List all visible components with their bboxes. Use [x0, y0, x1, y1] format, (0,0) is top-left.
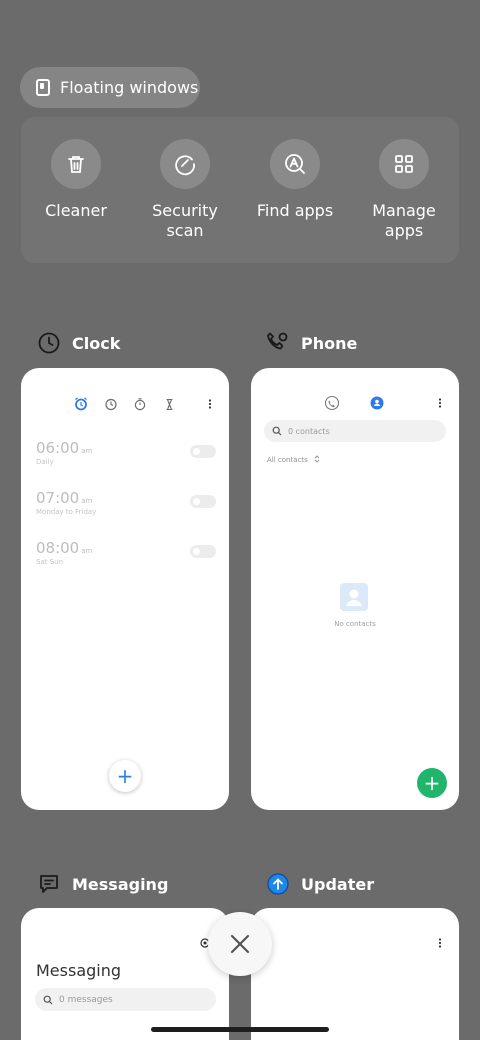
- security-scan-button[interactable]: Security scan: [130, 139, 240, 241]
- manage-apps-button[interactable]: Manage apps: [349, 139, 459, 241]
- alarm-ampm: am: [81, 447, 93, 455]
- alarm-row[interactable]: 08:00 am Sat Sun: [36, 538, 216, 574]
- plus-icon: +: [116, 764, 134, 788]
- alarm-ampm: am: [81, 497, 93, 505]
- grid-icon: [379, 139, 429, 189]
- search-icon: [43, 995, 53, 1004]
- contacts-filter-dropdown[interactable]: All contacts: [267, 455, 320, 464]
- contacts-search-input[interactable]: 0 contacts: [264, 420, 446, 442]
- contacts-search-placeholder: 0 contacts: [288, 426, 330, 436]
- phone-app-header[interactable]: Phone: [265, 330, 357, 356]
- phone-tab-bar: [324, 395, 442, 411]
- search-icon: [272, 426, 282, 436]
- plus-icon: +: [423, 771, 441, 795]
- updater-app-header[interactable]: Updater: [265, 871, 374, 897]
- empty-contacts-icon: [340, 583, 368, 611]
- find-apps-icon: [270, 139, 320, 189]
- clock-app-header[interactable]: Clock: [36, 330, 120, 356]
- security-scan-icon: [160, 139, 210, 189]
- trash-icon: [51, 139, 101, 189]
- floating-windows-label: Floating windows: [60, 78, 199, 97]
- alarm-ampm: am: [81, 547, 93, 555]
- clock-app-name: Clock: [72, 333, 121, 353]
- messages-search-placeholder: 0 messages: [59, 994, 113, 1005]
- quick-tools-panel: Cleaner Security scan Find apps Manage a…: [21, 117, 459, 263]
- messaging-app-card[interactable]: Messaging 0 messages: [21, 908, 229, 1040]
- alarm-toggle[interactable]: [190, 445, 216, 458]
- find-apps-button[interactable]: Find apps: [240, 139, 350, 221]
- updater-app-name: Updater: [301, 874, 375, 894]
- alarm-time: 07:00: [36, 489, 80, 507]
- floating-windows-button[interactable]: Floating windows: [20, 67, 200, 108]
- messages-search-input[interactable]: 0 messages: [35, 988, 216, 1011]
- add-contact-button[interactable]: +: [417, 768, 447, 798]
- clock-icon: [36, 330, 62, 356]
- alarm-tab-icon: [75, 397, 87, 411]
- add-alarm-button[interactable]: +: [109, 760, 141, 792]
- alarm-repeat: Sat Sun: [36, 558, 64, 566]
- updater-icon: [265, 871, 291, 897]
- clock-app-card[interactable]: 06:00 am Daily 07:00 am Monday to Friday 0…: [21, 368, 229, 810]
- alarm-row[interactable]: 07:00 am Monday to Friday: [36, 488, 216, 524]
- more-options-icon: [438, 398, 442, 408]
- alarm-repeat: Daily: [36, 458, 54, 466]
- home-indicator[interactable]: [151, 1027, 329, 1032]
- alarm-row[interactable]: 06:00 am Daily: [36, 438, 216, 474]
- updater-app-card[interactable]: [251, 908, 459, 1040]
- alarm-time: 08:00: [36, 539, 80, 557]
- contacts-filter-label: All contacts: [267, 456, 308, 464]
- phone-app-name: Phone: [301, 333, 358, 353]
- contacts-tab-icon: [370, 396, 384, 410]
- empty-contacts-text: No contacts: [334, 620, 376, 628]
- close-icon: [230, 934, 250, 954]
- alarm-repeat: Monday to Friday: [36, 508, 97, 516]
- phone-icon: [265, 330, 291, 356]
- phone-app-card[interactable]: 0 contacts All contacts No contacts +: [251, 368, 459, 810]
- sort-chevron-icon: [314, 455, 320, 463]
- timer-tab-icon: [166, 398, 173, 411]
- alarm-toggle[interactable]: [190, 545, 216, 558]
- cleaner-label: Cleaner: [45, 201, 107, 220]
- messaging-icon: [36, 871, 62, 897]
- more-options-icon: [208, 399, 212, 409]
- messaging-app-header[interactable]: Messaging: [36, 871, 168, 897]
- clock-tab-bar: [21, 396, 229, 411]
- alarm-time: 06:00: [36, 439, 80, 457]
- more-options-icon: [438, 938, 442, 948]
- cleaner-button[interactable]: Cleaner: [21, 139, 131, 221]
- world-clock-tab-icon: [105, 398, 117, 411]
- manage-apps-label: Manage apps: [372, 201, 436, 240]
- floating-window-icon: [36, 79, 50, 96]
- close-all-button[interactable]: [208, 912, 272, 976]
- find-apps-label: Find apps: [256, 201, 334, 220]
- alarm-toggle[interactable]: [190, 495, 216, 508]
- messaging-app-name: Messaging: [72, 874, 169, 894]
- messaging-title: Messaging: [36, 961, 122, 980]
- security-scan-label: Security scan: [152, 201, 218, 240]
- stopwatch-tab-icon: [134, 398, 146, 411]
- calls-tab-icon: [324, 395, 340, 411]
